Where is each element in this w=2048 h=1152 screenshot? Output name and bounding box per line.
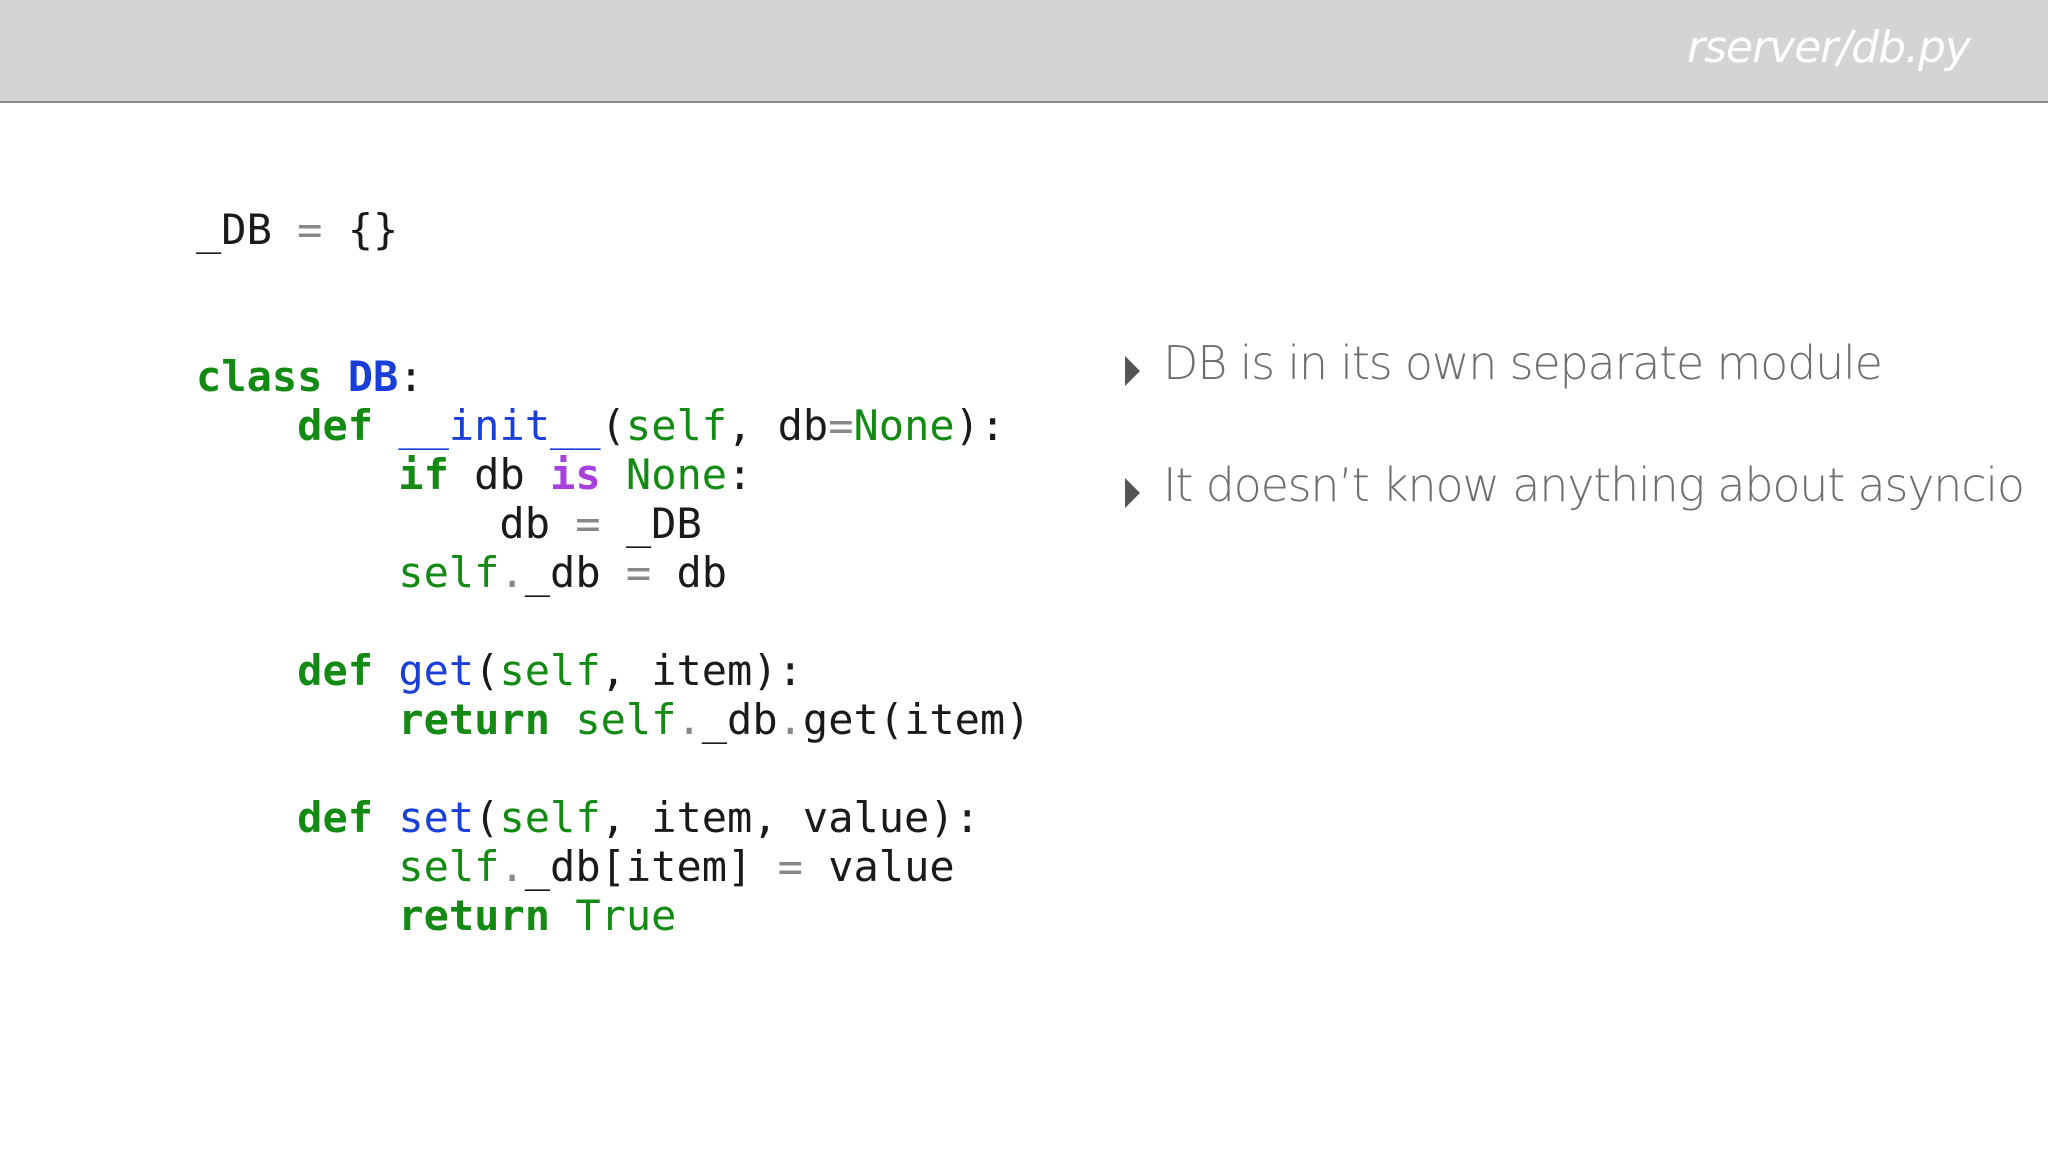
code-token: _DB <box>600 499 702 548</box>
code-token: _db <box>524 548 626 597</box>
code-token: _db <box>701 695 778 744</box>
code-token: True <box>575 891 677 940</box>
code-line: def __init__(self, db=None): <box>196 401 1031 450</box>
code-token: , item): <box>600 646 803 695</box>
code-token: . <box>777 695 803 744</box>
code-token: class <box>196 352 323 401</box>
code-token: , db <box>727 401 829 450</box>
file-path-title: rserver/db.py <box>1686 22 1971 73</box>
code-token: self <box>575 695 677 744</box>
code-token: self <box>398 548 500 597</box>
code-token: self <box>398 842 500 891</box>
code-token: = <box>828 401 854 450</box>
code-token: = <box>625 548 652 597</box>
bullet-text: DB is in its own separate module <box>1163 336 1883 390</box>
triangle-right-icon <box>1125 478 1140 508</box>
code-token: = <box>777 842 803 891</box>
code-token: get(item) <box>802 695 1031 744</box>
code-token: None <box>853 401 955 450</box>
bullet-item: It doesn’t know anything about asyncio <box>1125 458 2025 580</box>
code-token: set <box>398 793 475 842</box>
header-bar: rserver/db.py <box>0 0 2048 103</box>
code-token: if <box>398 450 449 499</box>
triangle-right-icon <box>1125 356 1140 386</box>
bullet-text: It doesn’t know anything about asyncio <box>1163 458 2025 512</box>
code-token: : <box>727 450 753 499</box>
code-token: return <box>398 891 551 940</box>
code-token: def <box>297 401 374 450</box>
code-token: db <box>651 548 728 597</box>
code-token: __init__ <box>398 401 601 450</box>
code-token: None <box>625 450 728 499</box>
code-line: def set(self, item, value): <box>196 793 1031 842</box>
code-token: get <box>398 646 475 695</box>
code-token: . <box>499 548 525 597</box>
code-line: self._db = db <box>196 548 1031 597</box>
bullet-item: DB is in its own separate module <box>1125 336 2025 458</box>
code-token: . <box>499 842 525 891</box>
code-token: , item, value): <box>600 793 980 842</box>
code-token: db <box>196 499 576 548</box>
code-block: _DB = {} class DB: def __init__(self, db=… <box>196 205 1031 940</box>
code-token: self <box>625 401 728 450</box>
code-token: : <box>398 352 424 401</box>
code-token: ( <box>600 401 626 450</box>
code-line: if db is None: <box>196 450 1031 499</box>
code-token: . <box>676 695 702 744</box>
code-line: return True <box>196 891 1031 940</box>
code-token: _db[item] <box>524 842 778 891</box>
code-token: return <box>398 695 551 744</box>
code-token: ( <box>474 793 500 842</box>
code-line: db = _DB <box>196 499 1031 548</box>
code-token: ): <box>954 401 1006 450</box>
code-token: db <box>448 450 551 499</box>
code-line: self._db[item] = value <box>196 842 1031 891</box>
code-token: def <box>297 646 374 695</box>
bullet-list: DB is in its own separate module It does… <box>1125 336 2025 580</box>
code-line: class DB: <box>196 352 1031 401</box>
code-token: ( <box>474 646 500 695</box>
code-token: DB <box>347 352 399 401</box>
code-token: _DB <box>196 205 272 254</box>
code-token: = <box>575 499 601 548</box>
code-line: _DB = {} <box>196 205 1031 254</box>
code-line: return self._db.get(item) <box>196 695 1031 744</box>
code-token: {} <box>322 205 399 254</box>
code-line: def get(self, item): <box>196 646 1031 695</box>
code-token: self <box>499 646 601 695</box>
code-token: self <box>499 793 601 842</box>
code-token: def <box>297 793 374 842</box>
code-token: is <box>550 450 601 499</box>
code-token: = <box>297 205 323 254</box>
code-token: value <box>802 842 955 891</box>
